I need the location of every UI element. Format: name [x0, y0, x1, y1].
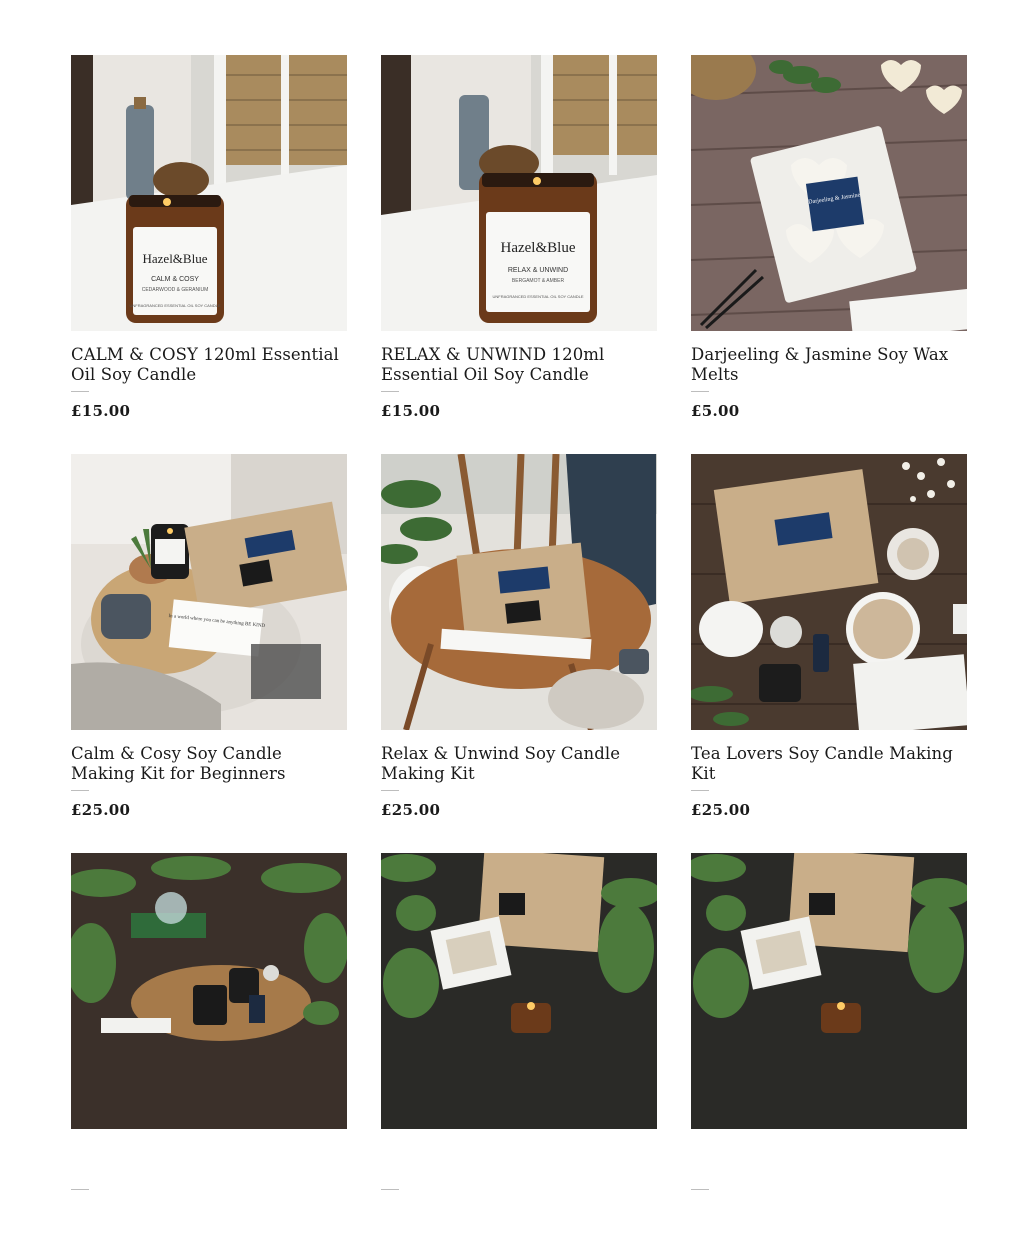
- product-card[interactable]: In a world where you can be anything BE …: [71, 454, 347, 853]
- title-divider: [71, 790, 89, 791]
- product-image-kit-with-candle[interactable]: [381, 853, 657, 1129]
- candle-notes-text: BERGAMOT & AMBER: [512, 278, 565, 284]
- product-title[interactable]: [691, 1143, 967, 1183]
- title-divider: [381, 1189, 399, 1190]
- product-card[interactable]: Hazel&Blue CALM & COSY CEDARWOOD & GERAN…: [71, 55, 347, 454]
- product-price: £25.00: [691, 801, 751, 819]
- product-card[interactable]: Relax & Unwind Soy Candle Making Kit £25…: [381, 454, 657, 853]
- candle-scent-text: CALM & COSY: [151, 276, 199, 283]
- title-divider: [691, 790, 709, 791]
- product-card[interactable]: Tea Lovers Soy Candle Making Kit £25.00: [691, 454, 967, 853]
- product-price: £5.00: [691, 402, 740, 420]
- product-title[interactable]: Calm & Cosy Soy Candle Making Kit for Be…: [71, 744, 347, 784]
- title-divider: [71, 1189, 89, 1190]
- candle-brand-text: Hazel&Blue: [501, 240, 576, 256]
- product-card[interactable]: Darjeeling & Jasmine Darjeeling & Jasmin…: [691, 55, 967, 454]
- title-divider: [71, 391, 89, 392]
- product-card[interactable]: [381, 853, 657, 1252]
- candle-footer-text: UNFRAGRANCED ESSENTIAL OIL SOY CANDLE: [493, 294, 584, 299]
- product-title[interactable]: Tea Lovers Soy Candle Making Kit: [691, 744, 967, 784]
- product-title[interactable]: Darjeeling & Jasmine Soy Wax Melts: [691, 345, 967, 385]
- product-price: £15.00: [381, 402, 441, 420]
- product-title[interactable]: CALM & COSY 120ml Essential Oil Soy Cand…: [71, 345, 347, 385]
- product-image-relax-unwind-kit[interactable]: [381, 454, 657, 730]
- title-divider: [691, 391, 709, 392]
- product-image-calm-cosy-kit[interactable]: In a world where you can be anything BE …: [71, 454, 347, 730]
- product-card[interactable]: [71, 853, 347, 1252]
- product-image-wax-melts[interactable]: Darjeeling & Jasmine: [691, 55, 967, 331]
- candle-scent-text: RELAX & UNWIND: [508, 267, 568, 274]
- product-price: £15.00: [71, 402, 131, 420]
- product-card[interactable]: Hazel&Blue RELAX & UNWIND BERGAMOT & AMB…: [381, 55, 657, 454]
- candle-footer-text: UNFRAGRANCED ESSENTIAL OIL SOY CANDLE: [130, 303, 221, 308]
- product-price: £25.00: [71, 801, 131, 819]
- product-image-tea-lovers-kit[interactable]: [691, 454, 967, 730]
- candle-brand-text: Hazel&Blue: [143, 251, 208, 266]
- product-title[interactable]: RELAX & UNWIND 120ml Essential Oil Soy C…: [381, 345, 657, 385]
- product-title[interactable]: [381, 1143, 657, 1183]
- candle-notes-text: CEDARWOOD & GERANIUM: [142, 287, 209, 293]
- product-grid: Hazel&Blue CALM & COSY CEDARWOOD & GERAN…: [71, 55, 967, 1252]
- product-image-calm-cosy-candle[interactable]: Hazel&Blue CALM & COSY CEDARWOOD & GERAN…: [71, 55, 347, 331]
- product-card[interactable]: [691, 853, 967, 1252]
- product-price: £25.00: [381, 801, 441, 819]
- product-image-relax-unwind-candle[interactable]: Hazel&Blue RELAX & UNWIND BERGAMOT & AMB…: [381, 55, 657, 331]
- product-title[interactable]: Relax & Unwind Soy Candle Making Kit: [381, 744, 657, 784]
- product-image-kit-with-candle-alt[interactable]: [691, 853, 967, 1129]
- title-divider: [691, 1189, 709, 1190]
- product-title[interactable]: [71, 1143, 347, 1183]
- product-image-kit-flatlay[interactable]: [71, 853, 347, 1129]
- title-divider: [381, 391, 399, 392]
- title-divider: [381, 790, 399, 791]
